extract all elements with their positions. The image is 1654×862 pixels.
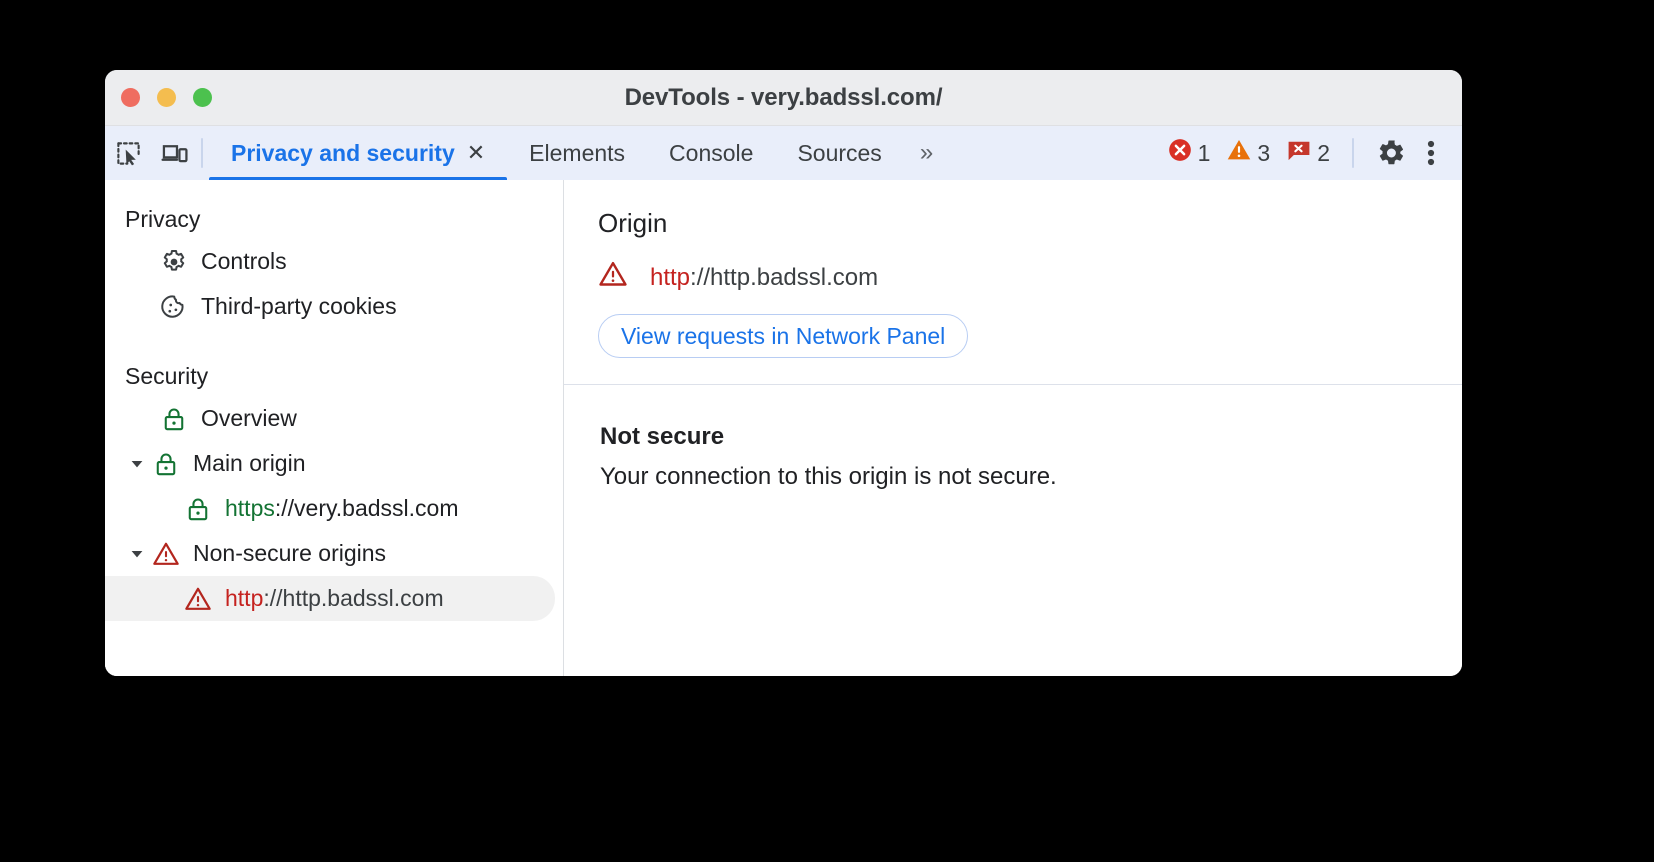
security-sidebar: Privacy Controls Third-party cookies Sec…	[105, 180, 564, 676]
kebab-menu-icon[interactable]	[1414, 138, 1448, 168]
lock-green-icon	[181, 496, 215, 522]
more-tabs-icon[interactable]: »	[904, 126, 946, 180]
toolbar-divider	[201, 138, 203, 168]
warning-triangle-red-icon	[149, 540, 183, 568]
sidebar-group-security-title: Security	[125, 363, 209, 389]
origin-host: ://http.badssl.com	[690, 263, 879, 291]
tab-privacy-and-security[interactable]: Privacy and security ✕	[209, 126, 508, 180]
issue-count-button[interactable]: 2	[1278, 137, 1338, 169]
tab-label: Console	[669, 139, 754, 166]
error-circle-icon	[1167, 137, 1193, 169]
warning-triangle-red-icon	[181, 585, 215, 613]
device-toolbar-icon[interactable]	[151, 126, 197, 180]
origin-url-row: http://http.badssl.com	[598, 259, 1428, 296]
gear-icon[interactable]	[1368, 138, 1414, 168]
sidebar-item-non-secure-origins[interactable]: Non-secure origins	[105, 531, 563, 576]
warning-count-button[interactable]: 3	[1218, 137, 1278, 169]
toolbar-divider	[1352, 138, 1354, 168]
window-titlebar: DevTools - very.badssl.com/	[105, 70, 1462, 126]
view-requests-in-network-panel-button[interactable]: View requests in Network Panel	[598, 314, 969, 358]
origin-host: ://very.badssl.com	[274, 495, 459, 521]
origin-scheme: http	[650, 263, 691, 291]
origin-scheme: https	[225, 495, 275, 521]
sidebar-item-label: Third-party cookies	[201, 293, 397, 319]
lock-green-icon	[149, 451, 183, 477]
window-title: DevTools - very.badssl.com/	[624, 83, 943, 111]
tab-label: Privacy and security	[231, 139, 455, 166]
lock-green-icon	[157, 406, 191, 432]
warning-count-label: 3	[1257, 139, 1271, 166]
devtools-window: DevTools - very.badssl.com/ Privacy and …	[105, 70, 1462, 676]
warning-triangle-icon	[1226, 137, 1252, 169]
sidebar-item-controls[interactable]: Controls	[105, 239, 563, 284]
sidebar-item-overview[interactable]: Overview	[105, 396, 563, 441]
security-summary-section: Not secure Your connection to this origi…	[564, 385, 1462, 491]
sidebar-item-origin-http-http-badssl-com[interactable]: http://http.badssl.com	[105, 576, 555, 621]
warning-triangle-red-icon	[598, 259, 628, 296]
origin-heading: Origin	[598, 208, 668, 238]
chevron-down-icon[interactable]	[125, 546, 149, 562]
sidebar-item-label: Main origin	[193, 450, 306, 476]
cookie-icon	[157, 293, 191, 321]
summary-description: Your connection to this origin is not se…	[600, 463, 1057, 490]
sidebar-item-label: Overview	[201, 405, 297, 431]
sidebar-item-origin-https-very-badssl-com[interactable]: https://very.badssl.com	[105, 486, 563, 531]
close-icon[interactable]: ✕	[467, 142, 485, 164]
tab-console[interactable]: Console	[647, 126, 775, 180]
security-main-panel: Origin http://http.badssl.com View reque…	[564, 180, 1462, 676]
origin-section: Origin http://http.badssl.com View reque…	[564, 180, 1462, 385]
toolbar-right-group: 1 3 2	[1159, 126, 1462, 180]
tab-label: Sources	[797, 139, 882, 166]
sidebar-item-label: Controls	[201, 248, 287, 274]
sidebar-item-main-origin[interactable]: Main origin	[105, 441, 563, 486]
tab-sources[interactable]: Sources	[775, 126, 903, 180]
devtools-body: Privacy Controls Third-party cookies Sec…	[105, 180, 1462, 676]
chevron-down-icon[interactable]	[125, 456, 149, 472]
tab-elements[interactable]: Elements	[507, 126, 647, 180]
devtools-toolbar: Privacy and security ✕ Elements Console …	[105, 126, 1462, 180]
issue-message-icon	[1286, 137, 1312, 169]
gear-icon	[157, 248, 191, 276]
sidebar-group-privacy-title: Privacy	[125, 206, 201, 232]
origin-host: ://http.badssl.com	[263, 585, 444, 611]
inspect-element-icon[interactable]	[105, 126, 151, 180]
summary-title: Not secure	[600, 423, 725, 450]
error-count-button[interactable]: 1	[1159, 137, 1219, 169]
sidebar-item-label: Non-secure origins	[193, 540, 387, 566]
sidebar-item-third-party-cookies[interactable]: Third-party cookies	[105, 284, 563, 329]
issue-count-label: 2	[1317, 139, 1330, 166]
error-count-label: 1	[1197, 139, 1211, 166]
tab-label: Elements	[529, 139, 626, 166]
origin-scheme: http	[225, 585, 264, 611]
